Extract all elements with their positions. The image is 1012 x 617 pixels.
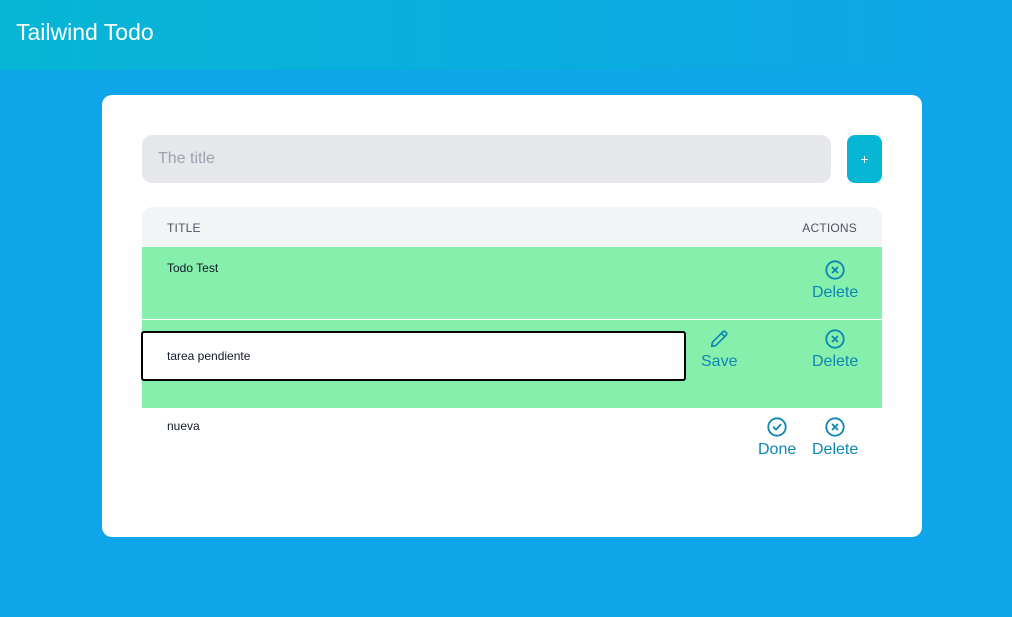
check-circle-icon: [766, 416, 788, 438]
app-header: Tailwind Todo: [0, 0, 1012, 70]
edit-title-input[interactable]: [141, 331, 686, 381]
table-row: nueva Done Delete: [142, 408, 882, 496]
table-row: Todo Test Delete: [142, 247, 882, 319]
table-row: Save Delete: [141, 320, 882, 408]
pencil-icon: [708, 328, 730, 350]
delete-label: Delete: [812, 284, 859, 301]
column-header-actions: ACTIONS: [802, 221, 857, 235]
add-todo-button[interactable]: +: [847, 135, 882, 183]
delete-button[interactable]: Delete: [812, 328, 858, 371]
save-label: Save: [701, 353, 738, 370]
title-input[interactable]: [142, 135, 831, 183]
todo-card: + TITLE ACTIONS Todo Test Delete: [102, 95, 922, 537]
save-button[interactable]: Save: [701, 328, 737, 371]
x-circle-icon: [824, 328, 846, 350]
done-label: Done: [758, 441, 797, 458]
done-button[interactable]: Done: [758, 416, 796, 459]
delete-button[interactable]: Delete: [812, 416, 858, 459]
app-title: Tailwind Todo: [16, 19, 154, 45]
delete-label: Delete: [812, 441, 859, 458]
x-circle-icon: [824, 416, 846, 438]
todo-title[interactable]: Todo Test: [167, 261, 218, 275]
todo-title[interactable]: nueva: [167, 419, 200, 433]
table-header: TITLE ACTIONS: [142, 207, 882, 247]
delete-button[interactable]: Delete: [812, 259, 858, 302]
x-circle-icon: [824, 259, 846, 281]
column-header-title: TITLE: [167, 221, 201, 235]
delete-label: Delete: [812, 353, 859, 370]
